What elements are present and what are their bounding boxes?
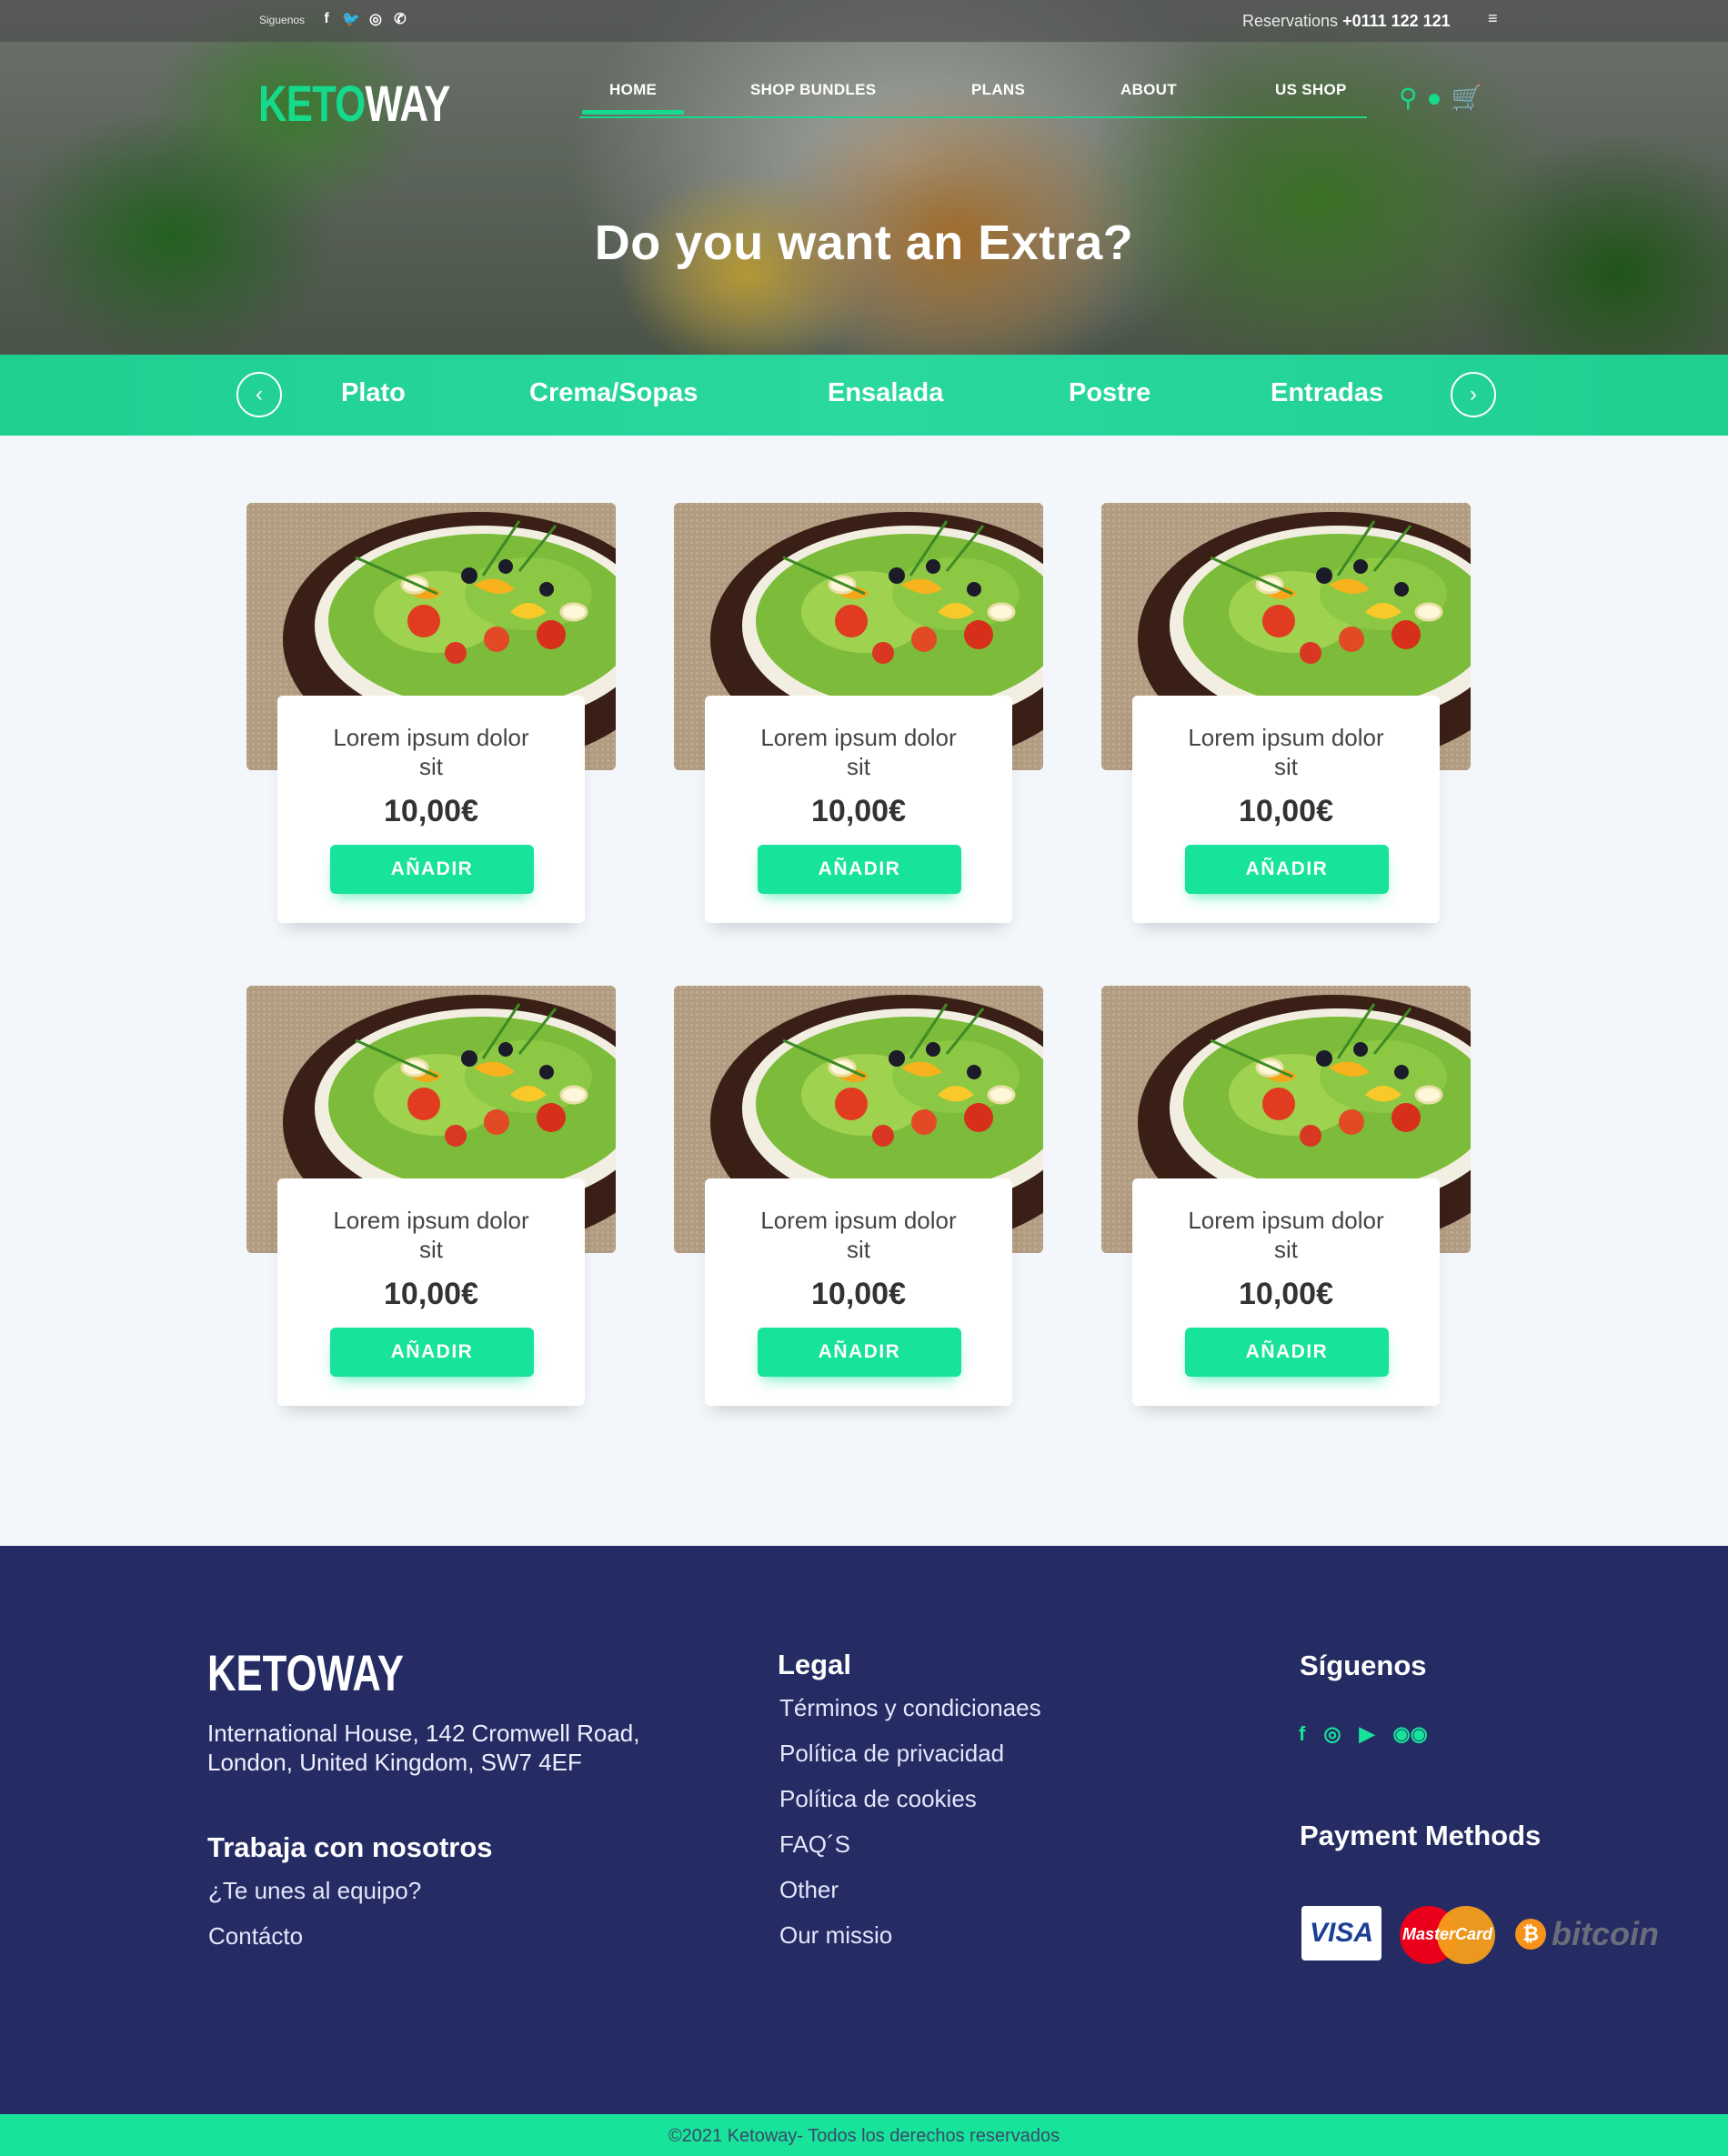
add-to-cart-button[interactable]: AÑADIR: [330, 845, 534, 894]
bitcoin-icon: ₿: [1515, 1919, 1546, 1950]
header-icons: ⚲ ● 🛒: [1399, 84, 1482, 113]
social-heading: Síguenos: [1300, 1650, 1427, 1681]
product-price: 10,00€: [1239, 1277, 1333, 1311]
instagram-icon[interactable]: ◎: [1323, 1722, 1341, 1746]
main-nav: HOME SHOP BUNDLES PLANS ABOUT US SHOP: [579, 78, 1367, 118]
top-social-links: f 🐦 ◎ ✆: [318, 10, 408, 28]
chevron-left-icon[interactable]: ‹: [236, 372, 282, 417]
nav-about[interactable]: ABOUT: [1120, 81, 1177, 99]
product-card: Lorem ipsum dolor sit 10,00€ AÑADIR: [1101, 986, 1471, 1413]
bitcoin-label: bitcoin: [1552, 1915, 1659, 1952]
add-to-cart-button[interactable]: AÑADIR: [330, 1328, 534, 1377]
payment-heading: Payment Methods: [1300, 1820, 1542, 1851]
nav-home[interactable]: HOME: [581, 81, 685, 115]
reservations-phone[interactable]: +0111 122 121: [1342, 12, 1451, 30]
legal-link-faqs[interactable]: FAQ´S: [779, 1830, 850, 1859]
product-card: Lorem ipsum dolor sit 10,00€ AÑADIR: [674, 503, 1043, 930]
product-price: 10,00€: [811, 794, 906, 828]
category-bar: ‹ Plato Crema/Sopas Ensalada Postre Entr…: [0, 355, 1728, 436]
whatsapp-icon[interactable]: ✆: [392, 10, 408, 28]
work-link-contact[interactable]: Contácto: [208, 1922, 303, 1950]
add-to-cart-button[interactable]: AÑADIR: [758, 845, 961, 894]
product-name: Lorem ipsum dolor sit: [333, 724, 529, 780]
product-name: Lorem ipsum dolor sit: [760, 724, 957, 780]
product-info: Lorem ipsum dolor sit 10,00€ AÑADIR: [1132, 1178, 1440, 1406]
product-info: Lorem ipsum dolor sit 10,00€ AÑADIR: [277, 1178, 585, 1406]
add-to-cart-button[interactable]: AÑADIR: [1185, 1328, 1389, 1377]
footer-social-links: f ◎ ▶ ◉◉: [1299, 1722, 1428, 1746]
legal-link-other[interactable]: Other: [779, 1876, 839, 1904]
chevron-right-icon[interactable]: ›: [1451, 372, 1496, 417]
legal-link-privacy[interactable]: Política de privacidad: [779, 1740, 1004, 1768]
logo-part-way: WAY: [365, 75, 450, 132]
address-line-1: International House, 142 Cromwell Road,: [207, 1720, 640, 1747]
copyright-bar: ©2021 Ketoway- Todos los derechos reserv…: [0, 2114, 1728, 2156]
nav-plans[interactable]: PLANS: [971, 81, 1025, 99]
product-card: Lorem ipsum dolor sit 10,00€ AÑADIR: [246, 986, 616, 1413]
product-info: Lorem ipsum dolor sit 10,00€ AÑADIR: [277, 696, 585, 923]
product-price: 10,00€: [384, 794, 478, 828]
nav-shop-bundles[interactable]: SHOP BUNDLES: [750, 81, 876, 99]
add-to-cart-button[interactable]: AÑADIR: [1185, 845, 1389, 894]
reservations-info: Reservations +0111 122 121: [1242, 12, 1451, 31]
footer: KETOWAY International House, 142 Cromwel…: [0, 1546, 1728, 2114]
product-info: Lorem ipsum dolor sit 10,00€ AÑADIR: [705, 696, 1012, 923]
hero-banner: [0, 0, 1728, 355]
copyright-text: ©2021 Ketoway- Todos los derechos reserv…: [668, 2126, 1060, 2146]
category-ensalada[interactable]: Ensalada: [828, 378, 943, 408]
product-card: Lorem ipsum dolor sit 10,00€ AÑADIR: [246, 503, 616, 930]
mastercard-label: MasterCard: [1401, 1925, 1493, 1943]
nav-us-shop[interactable]: US SHOP: [1275, 81, 1347, 99]
twitter-icon[interactable]: 🐦: [342, 10, 360, 28]
hero-title: Do you want an Extra?: [594, 216, 1134, 270]
legal-heading: Legal: [778, 1649, 851, 1680]
product-name: Lorem ipsum dolor sit: [1188, 724, 1384, 780]
youtube-icon[interactable]: ▶: [1360, 1722, 1375, 1746]
user-icon[interactable]: ●: [1427, 84, 1442, 113]
add-to-cart-button[interactable]: AÑADIR: [758, 1328, 961, 1377]
facebook-icon[interactable]: f: [1299, 1722, 1305, 1746]
product-info: Lorem ipsum dolor sit 10,00€ AÑADIR: [705, 1178, 1012, 1406]
footer-logo[interactable]: KETOWAY: [207, 1648, 404, 1699]
product-card: Lorem ipsum dolor sit 10,00€ AÑADIR: [1101, 503, 1471, 930]
product-price: 10,00€: [1239, 794, 1333, 828]
legal-link-terms[interactable]: Términos y condicionaes: [779, 1694, 1041, 1722]
category-entradas[interactable]: Entradas: [1271, 378, 1383, 408]
legal-link-cookies[interactable]: Política de cookies: [779, 1785, 977, 1813]
category-crema-sopas[interactable]: Crema/Sopas: [529, 378, 698, 408]
hamburger-menu-icon[interactable]: ≡: [1488, 9, 1498, 28]
tripadvisor-icon[interactable]: ◉◉: [1392, 1722, 1427, 1746]
product-name: Lorem ipsum dolor sit: [760, 1207, 957, 1263]
work-link-join[interactable]: ¿Te unes al equipo?: [208, 1877, 421, 1905]
instagram-icon[interactable]: ◎: [367, 10, 384, 28]
legal-link-mission[interactable]: Our missio: [779, 1921, 892, 1950]
product-name: Lorem ipsum dolor sit: [1188, 1207, 1384, 1263]
follow-label: Siguenos: [259, 14, 306, 26]
top-bar: Siguenos f 🐦 ◎ ✆ Reservations +0111 122 …: [0, 0, 1728, 42]
bitcoin-logo: ₿ bitcoin: [1515, 1915, 1659, 1953]
logo-part-ket: KET: [258, 75, 336, 132]
work-heading: Trabaja con nosotros: [207, 1831, 493, 1863]
product-name: Lorem ipsum dolor sit: [333, 1207, 529, 1263]
footer-address: International House, 142 Cromwell Road, …: [207, 1719, 639, 1777]
category-postre[interactable]: Postre: [1069, 378, 1150, 408]
ketoway-logo[interactable]: KETOWAY: [258, 78, 450, 129]
product-info: Lorem ipsum dolor sit 10,00€ AÑADIR: [1132, 696, 1440, 923]
cart-icon[interactable]: 🛒: [1451, 84, 1482, 113]
facebook-icon[interactable]: f: [318, 10, 335, 28]
product-price: 10,00€: [811, 1277, 906, 1311]
mastercard-logo: MasterCard: [1400, 1906, 1495, 1964]
visa-logo: VISA: [1301, 1906, 1381, 1960]
reservations-label: Reservations: [1242, 12, 1339, 30]
category-plato[interactable]: Plato: [341, 378, 406, 408]
product-price: 10,00€: [384, 1277, 478, 1311]
logo-part-o: O: [335, 75, 366, 132]
search-icon[interactable]: ⚲: [1399, 84, 1418, 113]
product-card: Lorem ipsum dolor sit 10,00€ AÑADIR: [674, 986, 1043, 1413]
address-line-2: London, United Kingdom, SW7 4EF: [207, 1749, 582, 1776]
